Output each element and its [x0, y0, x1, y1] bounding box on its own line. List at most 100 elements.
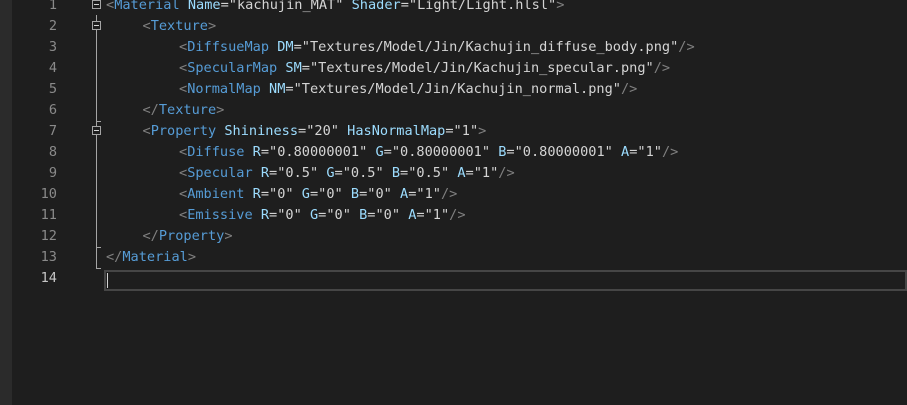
code-text[interactable]: <Texture>	[143, 16, 217, 37]
code-text[interactable]: <SpecularMap SM="Textures/Model/Jin/Kach…	[179, 58, 670, 79]
attr-quote: ="	[285, 81, 302, 97]
attr-quote: "	[469, 123, 479, 139]
xml-attribute-value: 1	[481, 165, 491, 181]
code-text[interactable]: </Property>	[143, 226, 233, 247]
xml-attribute-value: 0.80000001	[522, 144, 605, 160]
code-text[interactable]: <DiffsueMap DM="Textures/Model/Jin/Kachu…	[179, 37, 695, 58]
tag-bracket: >	[216, 102, 225, 118]
code-text[interactable]: <Diffuse R="0.80000001" G="0.80000001" B…	[179, 142, 678, 163]
xml-attribute-name: A	[400, 186, 409, 202]
tag-bracket: <	[179, 207, 188, 223]
line-number: 12	[40, 228, 57, 244]
attr-quote: ="	[309, 186, 327, 202]
attr-quote: ="	[220, 0, 237, 13]
code-line[interactable]: 3 <DiffsueMap DM="Textures/Model/Jin/Kach…	[0, 37, 907, 58]
attr-quote: ="	[260, 186, 278, 202]
xml-attribute-value: 0	[375, 186, 384, 202]
xml-attribute-value: 0	[383, 207, 392, 223]
collapse-toggle-icon[interactable]	[92, 0, 101, 9]
code-editor[interactable]: 1 <Material Name="kachujin_MAT" Shader="L…	[0, 0, 907, 405]
xml-attribute-name: NM	[269, 81, 286, 97]
tag-bracket: <	[179, 165, 188, 181]
attr-quote: ="	[506, 144, 523, 160]
tag-bracket: >	[187, 249, 197, 265]
xml-attribute-name: G	[375, 144, 384, 160]
attr-quote: ="	[445, 123, 462, 139]
xml-attribute-name: B	[391, 165, 401, 181]
collapse-toggle-icon[interactable]	[92, 21, 101, 30]
code-line[interactable]: 14	[0, 268, 907, 289]
line-number: 13	[40, 249, 57, 265]
xml-tag-name: Emissive	[187, 207, 253, 223]
tag-bracket: />	[440, 186, 458, 202]
line-number: 8	[48, 144, 57, 160]
attr-quote: ="	[416, 207, 433, 223]
xml-attribute-value: 0	[334, 207, 343, 223]
code-line[interactable]: 10 <Ambient R="0" G="0" B="0" A="1"/>	[0, 184, 907, 205]
line-number: 1	[48, 0, 57, 13]
code-line[interactable]: 12 </Property>	[0, 226, 907, 247]
line-number: 14	[40, 270, 57, 286]
attr-quote: "	[653, 144, 662, 160]
code-line[interactable]: 7 <Property Shininess="20" HasNormalMap="…	[0, 121, 907, 142]
tag-bracket: >	[224, 228, 233, 244]
tag-bracket: </	[142, 102, 159, 118]
attr-quote: "	[481, 144, 491, 160]
xml-tag-name: Texture	[150, 18, 208, 34]
xml-attribute-value: 0.80000001	[277, 144, 360, 160]
code-text[interactable]: <Emissive R="0" G="0" B="0" A="1"/>	[179, 205, 466, 226]
attr-quote: ="	[269, 207, 286, 223]
xml-tag-name: Material	[114, 0, 180, 13]
xml-tag-name: DiffsueMap	[187, 39, 270, 55]
xml-tag-name: Texture	[158, 102, 217, 118]
code-text[interactable]: </Material>	[106, 247, 196, 268]
xml-attribute-value: 0.5	[350, 165, 376, 181]
code-text[interactable]: </Texture>	[143, 100, 225, 121]
xml-tag-name: SpecularMap	[187, 60, 278, 76]
code-line[interactable]: 4 <SpecularMap SM="Textures/Model/Jin/Kac…	[0, 58, 907, 79]
tag-bracket: />	[620, 81, 638, 97]
code-line[interactable]: 8 <Diffuse R="0.80000001" G="0.80000001" …	[0, 142, 907, 163]
attr-quote: "	[440, 165, 450, 181]
xml-tag-name: Ambient	[187, 186, 245, 202]
xml-attribute-name: G	[326, 165, 335, 181]
code-line[interactable]: 1 <Material Name="kachujin_MAT" Shader="L…	[0, 0, 907, 16]
attr-quote: ="	[367, 207, 384, 223]
xml-attribute-name: Shader	[351, 0, 401, 13]
collapse-toggle-icon[interactable]	[92, 126, 101, 135]
attr-quote: ="	[400, 0, 418, 13]
attr-quote: "	[604, 144, 613, 160]
code-text[interactable]: <Property Shininess="20" HasNormalMap="1…	[143, 121, 487, 142]
xml-attribute-value: 1	[461, 123, 470, 139]
code-text[interactable]: <Material Name="kachujin_MAT" Shader="Li…	[106, 0, 564, 16]
code-text[interactable]: <Specular R="0.5" G="0.5" B="0.5" A="1"/…	[179, 163, 515, 184]
xml-tag-name: Property	[150, 123, 217, 139]
xml-attribute-value: Textures/Model/Jin/Kachujin_specular.png	[318, 60, 646, 76]
code-line[interactable]: 9 <Specular R="0.5" G="0.5" B="0.5" A="1"…	[0, 163, 907, 184]
attr-quote: ="	[269, 165, 286, 181]
code-line[interactable]: 2 <Texture>	[0, 16, 907, 37]
code-text[interactable]: <NormalMap NM="Textures/Model/Jin/Kachuj…	[179, 79, 637, 100]
code-line[interactable]: 13 </Material>	[0, 247, 907, 268]
code-line[interactable]: 11 <Emissive R="0" G="0" B="0" A="1"/>	[0, 205, 907, 226]
xml-attribute-value: 0.5	[285, 165, 310, 181]
line-number: 10	[40, 186, 57, 202]
line-number: 6	[48, 102, 57, 118]
code-line[interactable]: 5 <NormalMap NM="Textures/Model/Jin/Kachu…	[0, 79, 907, 100]
xml-attribute-value: 0	[285, 207, 294, 223]
line-number: 4	[48, 60, 57, 76]
xml-attribute-name: R	[260, 207, 270, 223]
xml-attribute-value: 0	[326, 186, 335, 202]
attr-quote: "	[440, 207, 450, 223]
code-text[interactable]: <Ambient R="0" G="0" B="0" A="1"/>	[179, 184, 457, 205]
xml-tag-name: NormalMap	[187, 81, 261, 97]
code-line[interactable]: 6 </Texture>	[0, 100, 907, 121]
attr-quote: ="	[629, 144, 646, 160]
